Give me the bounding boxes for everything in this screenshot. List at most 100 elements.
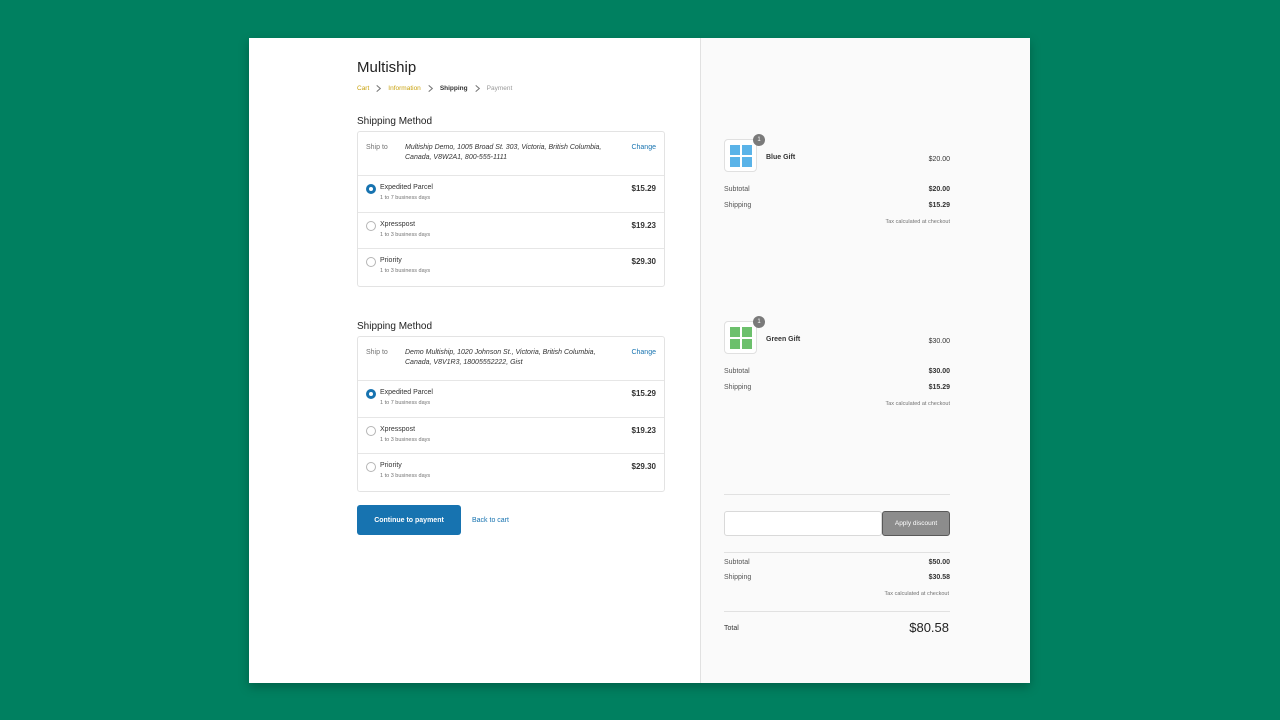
total-value: $80.58 <box>909 620 949 635</box>
rate-price: $15.29 <box>631 389 656 398</box>
shipping-method-box: Ship to Demo Multiship, 1020 Johnson St.… <box>357 336 665 492</box>
shipping-label: Shipping <box>724 202 752 209</box>
chevron-right-icon <box>426 84 435 93</box>
gift-icon-tile <box>730 339 740 349</box>
subtotal-value: $20.00 <box>928 186 950 193</box>
subtotal-value: $30.00 <box>928 368 950 375</box>
rate-price: $29.30 <box>631 462 656 471</box>
rate-price: $29.30 <box>631 257 656 266</box>
rate-name: Priority <box>380 462 402 469</box>
product-subtotal-line: Subtotal $30.00 <box>724 368 950 375</box>
rate-name: Xpresspost <box>380 220 416 228</box>
shipping-label: Shipping <box>724 574 752 581</box>
shipping-label: Shipping <box>724 384 752 391</box>
subtotal-label: Subtotal <box>724 559 750 566</box>
product-thumbnail: 1 <box>724 134 765 172</box>
rate-delivery-time: 1 to 7 business days <box>380 400 431 406</box>
gift-icon <box>730 145 752 167</box>
radio-button[interactable] <box>366 220 376 231</box>
section-title: Shipping Method <box>357 321 433 332</box>
rate-delivery-time: 1 to 3 business days <box>380 231 431 238</box>
product-shipping-line: Shipping $15.29 <box>724 384 950 391</box>
shipping-value: $15.29 <box>928 202 950 209</box>
radio-button[interactable] <box>366 462 376 472</box>
ship-to-label: Ship to <box>366 144 388 151</box>
gift-icon-tile <box>742 339 752 349</box>
gift-icon-tile <box>742 327 752 337</box>
product-thumbnail: 1 <box>724 316 765 354</box>
breadcrumb-information[interactable]: Information <box>388 85 421 92</box>
radio-button[interactable] <box>366 425 376 436</box>
order-shipping-line: Shipping $30.58 <box>724 574 950 581</box>
tax-note: Tax calculated at checkout <box>885 219 950 225</box>
rate-price: $19.23 <box>631 220 656 230</box>
tax-note: Tax calculated at checkout <box>885 401 950 407</box>
product-name: Blue Gift <box>766 154 796 161</box>
change-address-link[interactable]: Change <box>631 349 656 356</box>
checkout-window: Multiship Cart Information Shipping Paym… <box>249 38 1030 683</box>
gift-icon-tile <box>742 157 752 167</box>
shipping-value: $30.58 <box>928 574 950 581</box>
rate-delivery-time: 1 to 3 business days <box>380 473 431 479</box>
product-price: $20.00 <box>928 156 950 163</box>
chevron-right-icon <box>374 84 383 93</box>
radio-button-checked[interactable] <box>366 184 376 194</box>
gift-icon-tile <box>730 145 740 155</box>
ship-to-row: Ship to Multiship Demo, 1005 Broad St. 3… <box>358 132 664 176</box>
shipping-method-box: Ship to Multiship Demo, 1005 Broad St. 3… <box>357 131 665 287</box>
order-summary: 1 Blue Gift $20.00 Subtotal $20.00 Shipp… <box>700 38 1030 683</box>
ship-to-address: Multiship Demo, 1005 Broad St. 303, Vict… <box>405 144 602 161</box>
ship-to-row: Ship to Demo Multiship, 1020 Johnson St.… <box>358 337 664 381</box>
order-subtotal-line: Subtotal $50.00 <box>724 559 950 566</box>
gift-icon <box>730 327 752 349</box>
product-price: $30.00 <box>928 338 950 345</box>
continue-to-payment-button[interactable]: Continue to payment <box>357 505 461 535</box>
rate-name: Xpresspost <box>380 425 416 433</box>
shipping-rate-option[interactable]: Priority 1 to 3 business days $29.30 <box>358 249 664 286</box>
breadcrumb-shipping: Shipping <box>439 85 468 92</box>
ship-to-label: Ship to <box>366 349 388 356</box>
back-to-cart-link[interactable]: Back to cart <box>472 517 509 524</box>
product-subtotal-line: Subtotal $20.00 <box>724 186 950 193</box>
rate-delivery-time: 1 to 3 business days <box>380 436 431 443</box>
rate-name: Expedited Parcel <box>380 389 433 396</box>
total-label: Total <box>724 625 739 632</box>
shipping-rate-option[interactable]: Expedited Parcel 1 to 7 business days $1… <box>358 176 664 213</box>
rate-name: Expedited Parcel <box>380 184 433 191</box>
divider <box>724 611 950 612</box>
shop-title: Multiship <box>357 59 417 76</box>
tax-note: Tax calculated at checkout <box>884 591 949 597</box>
radio-button-checked[interactable] <box>366 389 376 399</box>
radio-button[interactable] <box>366 257 376 267</box>
ship-to-address: Demo Multiship, 1020 Johnson St., Victor… <box>405 349 596 366</box>
breadcrumb-cart[interactable]: Cart <box>357 85 369 92</box>
checkout-main: Multiship Cart Information Shipping Paym… <box>357 38 667 683</box>
shipping-rate-option[interactable]: Priority 1 to 3 business days $29.30 <box>358 454 664 491</box>
shipping-value: $15.29 <box>928 384 950 391</box>
discount-code-input[interactable] <box>724 511 882 536</box>
divider <box>724 494 950 495</box>
section-title: Shipping Method <box>357 116 433 127</box>
subtotal-value: $50.00 <box>928 559 950 566</box>
rate-price: $19.23 <box>631 425 656 435</box>
shipping-rate-option[interactable]: Xpresspost 1 to 3 business days $19.23 <box>358 418 664 454</box>
quantity-badge: 1 <box>753 316 765 328</box>
shipping-rate-option[interactable]: Expedited Parcel 1 to 7 business days $1… <box>358 381 664 418</box>
apply-discount-button[interactable]: Apply discount <box>882 511 950 536</box>
gift-icon-tile <box>742 145 752 155</box>
chevron-right-icon <box>473 84 482 93</box>
rate-price: $15.29 <box>631 184 656 193</box>
breadcrumb: Cart Information Shipping Payment <box>357 84 512 93</box>
subtotal-label: Subtotal <box>724 368 750 375</box>
shipping-rate-option[interactable]: Xpresspost 1 to 3 business days $19.23 <box>358 213 664 249</box>
rate-delivery-time: 1 to 7 business days <box>380 195 431 201</box>
quantity-badge: 1 <box>753 134 765 146</box>
rate-name: Priority <box>380 257 402 264</box>
product-shipping-line: Shipping $15.29 <box>724 202 950 209</box>
divider <box>724 552 950 553</box>
change-address-link[interactable]: Change <box>631 144 656 151</box>
breadcrumb-payment: Payment <box>486 85 513 92</box>
gift-icon-tile <box>730 327 740 337</box>
rate-delivery-time: 1 to 3 business days <box>380 268 431 274</box>
subtotal-label: Subtotal <box>724 186 750 193</box>
